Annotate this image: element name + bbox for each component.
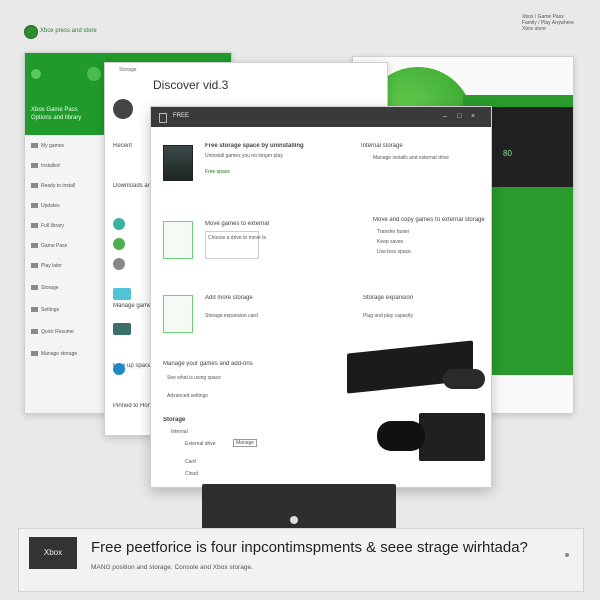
section-title: Move games to external [205, 221, 270, 227]
window-icon [159, 113, 167, 123]
xbox-icon [87, 67, 101, 81]
list-item: Keep saves [377, 239, 404, 245]
list-item[interactable]: Card [185, 459, 196, 465]
header-line: Xbox Game Pass [31, 107, 78, 113]
page-title: Discover vid.3 [153, 78, 229, 92]
line: Recent [113, 143, 133, 149]
app-icon [113, 363, 125, 375]
list-icon [31, 285, 38, 291]
xbox-logo-icon [24, 25, 38, 39]
app-icon [113, 323, 131, 335]
power-icon [290, 516, 298, 524]
section-detail: Manage installs and external drive [373, 155, 449, 161]
app-icon [113, 218, 125, 230]
list-icon [31, 183, 38, 189]
list-icon [31, 203, 38, 209]
list-icon [31, 329, 38, 335]
app-icon [113, 288, 131, 300]
close-button[interactable]: × [471, 113, 475, 120]
list-item[interactable]: Updates [31, 203, 60, 209]
xbox-icon [31, 69, 41, 79]
list-item: Use less space [377, 249, 411, 255]
list-icon [31, 307, 38, 313]
section-title: Move and copy games to external storage [373, 217, 485, 223]
list-item[interactable]: Full library [31, 223, 64, 229]
list-item[interactable]: Internal [171, 429, 188, 435]
banner-headline: Free peetforice is four inpcontimspments… [91, 539, 528, 556]
manage-button[interactable]: Manage [233, 439, 258, 447]
app-icon [113, 238, 125, 250]
list-item[interactable]: Settings [31, 307, 59, 313]
game-cover[interactable] [163, 145, 193, 181]
list-icon [31, 223, 38, 229]
section-title: Manage your games and add-ons [163, 361, 253, 367]
section-title: Free storage space by uninstalling [205, 143, 304, 149]
avatar [113, 99, 133, 119]
section-link[interactable]: Free space [205, 169, 230, 175]
list-icon [31, 163, 38, 169]
list-item: Transfer faster [377, 229, 410, 235]
list-item[interactable]: Quick Resume [31, 329, 74, 335]
list-icon [31, 143, 38, 149]
storage-preview: Choose a drive to move to [205, 231, 266, 259]
list-item[interactable]: Play later [31, 263, 62, 269]
list-item[interactable]: Cloud [185, 471, 198, 477]
topbar-label: FREE [173, 113, 190, 119]
banner-badge: Xbox [29, 537, 77, 569]
list-item[interactable]: My games [31, 143, 64, 149]
more-icon[interactable] [565, 553, 569, 557]
console-tower [202, 484, 396, 530]
console-image [419, 413, 485, 461]
list-item[interactable]: External drive [185, 441, 216, 447]
section-detail: See what is using space [167, 375, 221, 381]
panel-value: 80 [503, 149, 512, 158]
storage-thumbnail[interactable] [163, 221, 193, 259]
list-icon [31, 263, 38, 269]
section-detail: Uninstall games you no longer play [205, 153, 283, 159]
caption-banner: Xbox Free peetforice is four inpcontimsp… [18, 528, 584, 592]
console-accessory [443, 369, 485, 389]
banner-subtitle: MANG position and storage. Console and X… [91, 564, 253, 571]
top-right-caption: Xbox / Game Pass Family / Play Anywhere … [522, 14, 582, 32]
list-icon [31, 243, 38, 249]
window-header: Storage [119, 67, 137, 73]
minimize-button[interactable]: – [443, 113, 447, 120]
section-detail: Plug and play capacity [363, 313, 414, 319]
list-item[interactable]: Ready to install [31, 183, 75, 189]
app-icon [113, 258, 125, 270]
brand-text: Xbox press and store [40, 28, 97, 34]
window-storage: FREE – □ × Free storage space by uninsta… [150, 106, 492, 488]
section-detail: Choose a drive to move to [208, 235, 267, 241]
section-title: Storage expansion [363, 295, 414, 301]
list-item[interactable]: Game Pass [31, 243, 67, 249]
section-title: Internal storage [361, 143, 403, 149]
header-line: Options and library [31, 115, 82, 121]
list-item[interactable]: Manage storage [31, 351, 77, 357]
caption-line: Xbox store [522, 26, 546, 32]
maximize-button[interactable]: □ [457, 113, 461, 120]
controller-icon [377, 421, 425, 451]
topbar: FREE – □ × [151, 107, 491, 127]
list-item[interactable]: Storage [31, 285, 59, 291]
section-title: Storage [163, 417, 186, 423]
section-detail: Storage expansion card [205, 313, 258, 319]
list-icon [31, 351, 38, 357]
section-title: Add more storage [205, 295, 253, 301]
section-subtitle: Advanced settings [167, 393, 208, 399]
storage-thumbnail[interactable] [163, 295, 193, 333]
list-item[interactable]: Installed [31, 163, 60, 169]
dark-panel: 80 [491, 107, 573, 187]
